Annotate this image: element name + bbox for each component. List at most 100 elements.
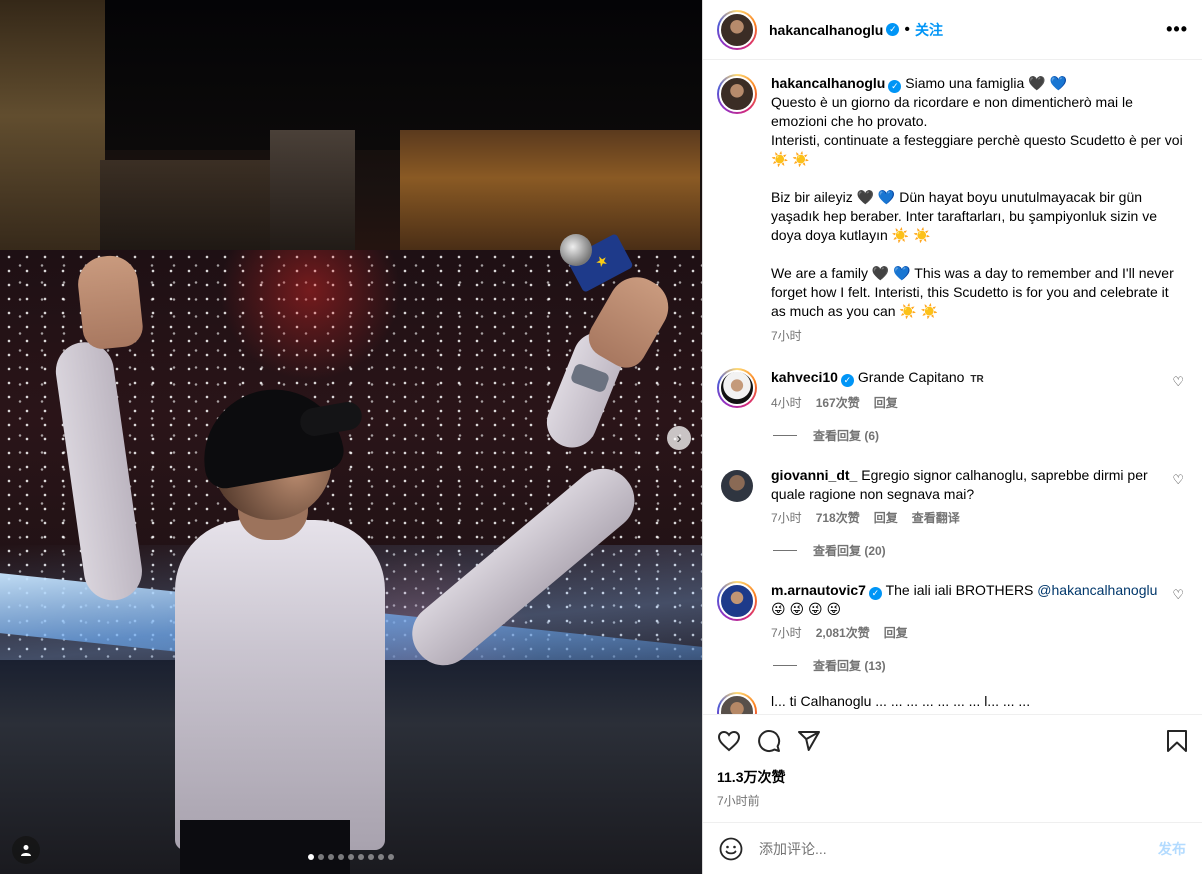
slide-dot: [348, 854, 354, 860]
verified-badge-icon: ✓: [840, 374, 854, 387]
commenter-avatar[interactable]: [717, 466, 757, 506]
slide-dot: [378, 854, 384, 860]
reply-button[interactable]: 回复: [884, 624, 908, 643]
emoji-icon[interactable]: [719, 837, 743, 861]
star-icon: ★: [592, 251, 611, 272]
commenter-avatar[interactable]: [717, 368, 757, 408]
commenter-username[interactable]: m.arnautovic7: [771, 582, 866, 598]
comment-actions: 4小时 167次赞 回复: [771, 394, 1167, 413]
separator-dot: •: [904, 20, 910, 38]
user-mention-link[interactable]: @hakancalhanoglu: [1037, 582, 1157, 598]
caption-line: Interisti, continuate a festeggiare perc…: [771, 132, 1183, 167]
post-media[interactable]: ★ ›: [0, 0, 702, 874]
likes-count[interactable]: 11.3万次赞: [717, 767, 1188, 787]
comment-icon[interactable]: [757, 729, 781, 753]
comment-text: Grande Capitano: [857, 369, 965, 385]
like-comment-heart-icon[interactable]: ♡: [1172, 374, 1184, 390]
heart-icon[interactable]: [717, 729, 741, 753]
view-replies-button[interactable]: 查看回复 (6): [773, 427, 1186, 444]
view-replies-button[interactable]: 查看回复 (20): [773, 542, 1186, 559]
caption-username[interactable]: hakancalhanoglu: [771, 75, 885, 91]
comment-input[interactable]: [759, 840, 1158, 857]
comment-emojis: 😜 😜 😜 😜: [771, 601, 842, 617]
caption-paragraph-it: hakancalhanoglu ✓ Siamo una famiglia 🖤 💙 …: [771, 74, 1186, 169]
slide-dot: [358, 854, 364, 860]
reply-button[interactable]: 回复: [874, 509, 898, 528]
avatar-image: [719, 11, 755, 48]
post-sidebar: hakancalhanoglu ✓ • 关注 ••• hakancalhanog…: [702, 0, 1202, 874]
comment: m.arnautovic7 ✓ The iali iali BROTHERS @h…: [717, 581, 1186, 643]
instagram-post: ★ › hakancalhanoglu ✓ • 关注 ••• hakancalh…: [0, 0, 1202, 874]
microphone: [560, 234, 592, 266]
comment-body: m.arnautovic7 ✓ The iali iali BROTHERS @h…: [771, 581, 1167, 643]
building: [270, 130, 355, 260]
like-comment-heart-icon[interactable]: ♡: [1172, 472, 1184, 488]
post-comment-button[interactable]: 发布: [1158, 839, 1186, 859]
slide-dot: [328, 854, 334, 860]
verified-badge-icon: ✓: [886, 23, 900, 36]
avatar-image: [719, 583, 755, 619]
slide-dot: [308, 854, 314, 860]
slide-indicator: [308, 854, 394, 860]
next-slide-button[interactable]: ›: [667, 426, 691, 450]
follow-button[interactable]: 关注: [915, 20, 943, 40]
comment-actions: 7小时 2,081次赞 回复: [771, 624, 1167, 643]
avatar-image: [719, 76, 755, 112]
commenter-avatar[interactable]: [717, 692, 757, 714]
replies-line: [773, 665, 797, 666]
comment: kahveci10 ✓ Grande Capitano TR 4小时 167次赞 …: [717, 368, 1186, 413]
author-username[interactable]: hakancalhanoglu: [769, 22, 883, 38]
comment-actions: 7小时 718次赞 回复 查看翻译: [771, 509, 1167, 528]
commenter-avatar[interactable]: [717, 581, 757, 621]
night-sky: [0, 0, 702, 150]
tagged-users-button[interactable]: [12, 836, 40, 864]
comments-list[interactable]: hakancalhanoglu ✓ Siamo una famiglia 🖤 💙 …: [703, 60, 1202, 714]
replies-line: [773, 550, 797, 551]
caption-paragraph-tr: Biz bir aileyiz 🖤 💙 Dün hayat boyu unutu…: [771, 189, 1157, 243]
view-replies-label: 查看回复 (13): [813, 659, 886, 673]
post-actions: 11.3万次赞 7小时前: [703, 714, 1202, 822]
caption-paragraph-en: We are a family 🖤 💙 This was a day to re…: [771, 265, 1174, 319]
slide-dot: [368, 854, 374, 860]
building-arcade: [400, 130, 700, 250]
view-replies-label: 查看回复 (20): [813, 544, 886, 558]
comment: giovanni_dt_ Egregio signor calhanoglu, …: [717, 466, 1186, 528]
white-shirt: [175, 520, 385, 850]
add-comment-bar: 发布: [703, 822, 1202, 874]
commenter-username[interactable]: kahveci10: [771, 369, 838, 385]
building: [100, 160, 270, 260]
author-avatar[interactable]: [717, 9, 757, 50]
comment-body: kahveci10 ✓ Grande Capitano TR 4小时 167次赞 …: [771, 368, 1167, 413]
more-options-icon[interactable]: •••: [1166, 19, 1188, 40]
like-comment-heart-icon[interactable]: ♡: [1172, 587, 1184, 603]
slide-dot: [388, 854, 394, 860]
commenter-username[interactable]: giovanni_dt_: [771, 467, 857, 483]
comment-likes[interactable]: 2,081次赞: [816, 624, 870, 643]
caption-avatar[interactable]: [717, 74, 757, 114]
post-timestamp: 7小时前: [717, 794, 760, 808]
verified-badge-icon: ✓: [868, 587, 882, 600]
comment-time[interactable]: 7小时: [771, 624, 802, 643]
bookmark-icon[interactable]: [1166, 729, 1188, 753]
avatar-image: [721, 470, 753, 502]
view-replies-label: 查看回复 (6): [813, 429, 880, 443]
pants: [180, 820, 350, 874]
flag-label: TR: [970, 374, 984, 385]
comment-text: The iali iali BROTHERS: [885, 582, 1034, 598]
caption-text: hakancalhanoglu ✓ Siamo una famiglia 🖤 💙 …: [771, 74, 1186, 346]
share-icon[interactable]: [797, 729, 821, 753]
caption-line: Questo è un giorno da ricordare e non di…: [771, 94, 1133, 129]
user-icon: [21, 845, 31, 856]
see-translation-button[interactable]: 查看翻译: [912, 509, 960, 528]
comment-time[interactable]: 4小时: [771, 394, 802, 413]
comment-body: giovanni_dt_ Egregio signor calhanoglu, …: [771, 466, 1167, 528]
comment-likes[interactable]: 167次赞: [816, 394, 860, 413]
comment-likes[interactable]: 718次赞: [816, 509, 860, 528]
chevron-right-icon: ›: [676, 429, 682, 447]
verified-badge-icon: ✓: [888, 80, 902, 93]
cathedral-facade: [0, 0, 105, 290]
comment-partial: l... ti Calhanoglu ... ... ... ... ... .…: [717, 692, 1186, 714]
view-replies-button[interactable]: 查看回复 (13): [773, 657, 1186, 674]
reply-button[interactable]: 回复: [874, 394, 898, 413]
comment-time[interactable]: 7小时: [771, 509, 802, 528]
